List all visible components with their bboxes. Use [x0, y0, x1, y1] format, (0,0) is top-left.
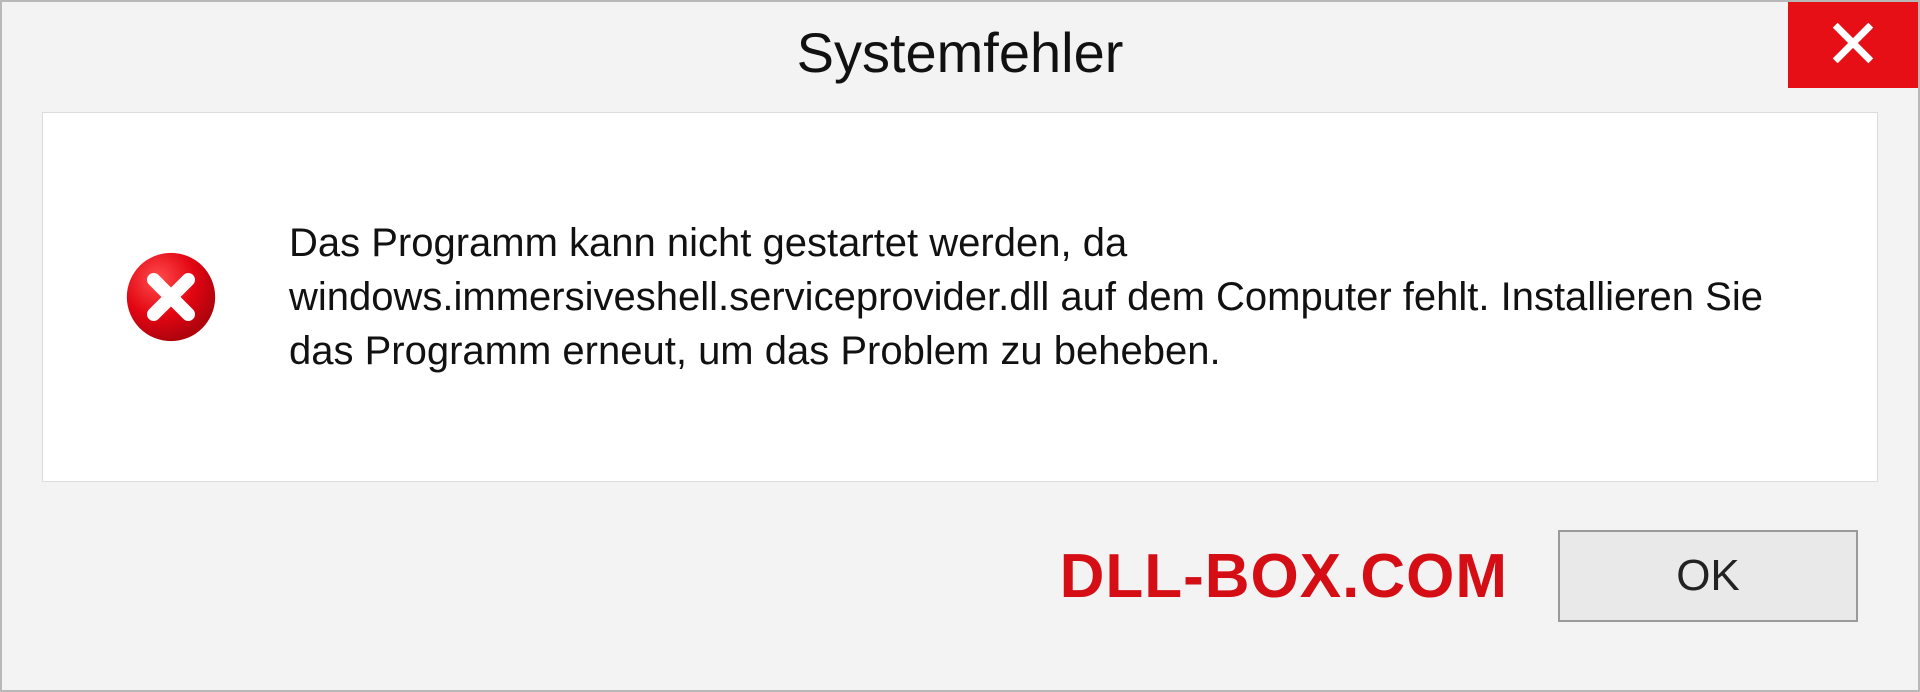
- error-dialog: Systemfehler: [0, 0, 1920, 692]
- dialog-title: Systemfehler: [797, 20, 1124, 85]
- close-button[interactable]: [1788, 2, 1918, 88]
- titlebar: Systemfehler: [2, 2, 1918, 102]
- error-message: Das Programm kann nicht gestartet werden…: [289, 216, 1817, 378]
- ok-button[interactable]: OK: [1558, 530, 1858, 622]
- content-panel: Das Programm kann nicht gestartet werden…: [42, 112, 1878, 482]
- dialog-footer: DLL-BOX.COM OK: [2, 482, 1918, 690]
- error-icon: [123, 249, 219, 345]
- watermark-text: DLL-BOX.COM: [1060, 541, 1508, 612]
- close-icon: [1830, 20, 1876, 71]
